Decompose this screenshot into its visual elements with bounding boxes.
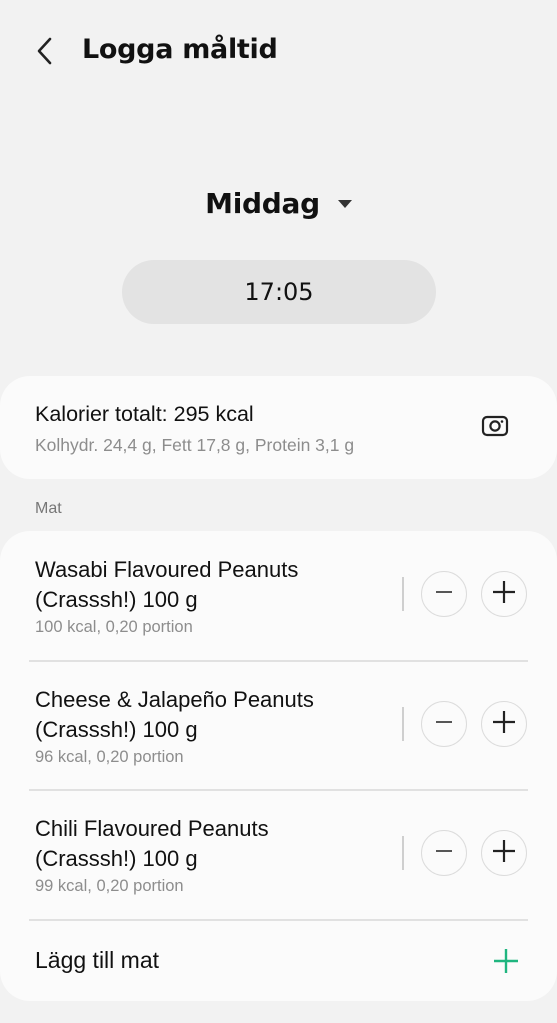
meal-type-label: Middag [205,186,320,220]
increase-button[interactable] [481,571,527,617]
page-title: Logga måltid [82,34,278,65]
plus-icon [491,709,517,739]
minus-icon [433,581,455,607]
camera-button[interactable] [472,405,518,451]
meal-type-dropdown[interactable]: Middag [0,178,557,228]
plus-icon [489,944,523,978]
divider [402,707,404,741]
chevron-left-icon [34,36,56,70]
decrease-button[interactable] [421,571,467,617]
macro-summary: Kolhydr. 24,4 g, Fett 17,8 g, Protein 3,… [35,435,355,455]
back-button[interactable] [22,30,68,76]
plus-icon [491,579,517,609]
app-header: Logga måltid [0,0,557,108]
minus-icon [433,711,455,737]
decrease-button[interactable] [421,830,467,876]
section-label-food: Mat [35,500,62,517]
food-item[interactable]: Wasabi Flavoured Peanuts (Crasssh!) 100 … [0,531,557,661]
food-list-card: Wasabi Flavoured Peanuts (Crasssh!) 100 … [0,531,557,1001]
minus-icon [433,840,455,866]
divider [402,836,404,870]
add-food-button[interactable]: Lägg till mat [0,920,557,1000]
divider [402,577,404,611]
increase-button[interactable] [481,830,527,876]
food-item-name: Cheese & Jalapeño Peanuts (Crasssh!) 100… [35,687,314,742]
time-picker-button[interactable]: 17:05 [122,260,436,324]
calories-total: Kalorier totalt: 295 kcal [35,402,254,426]
food-item-detail: 100 kcal, 0,20 portion [35,618,193,636]
food-item-detail: 99 kcal, 0,20 portion [35,877,184,895]
camera-icon [481,414,509,442]
food-item[interactable]: Chili Flavoured Peanuts (Crasssh!) 100 g… [0,790,557,920]
plus-icon [491,838,517,868]
add-food-label: Lägg till mat [35,947,160,973]
food-item-name: Wasabi Flavoured Peanuts (Crasssh!) 100 … [35,557,299,612]
food-item-detail: 96 kcal, 0,20 portion [35,748,184,766]
food-item[interactable]: Cheese & Jalapeño Peanuts (Crasssh!) 100… [0,661,557,791]
decrease-button[interactable] [421,701,467,747]
caret-down-icon [337,194,352,213]
food-item-name: Chili Flavoured Peanuts (Crasssh!) 100 g [35,816,269,871]
increase-button[interactable] [481,701,527,747]
